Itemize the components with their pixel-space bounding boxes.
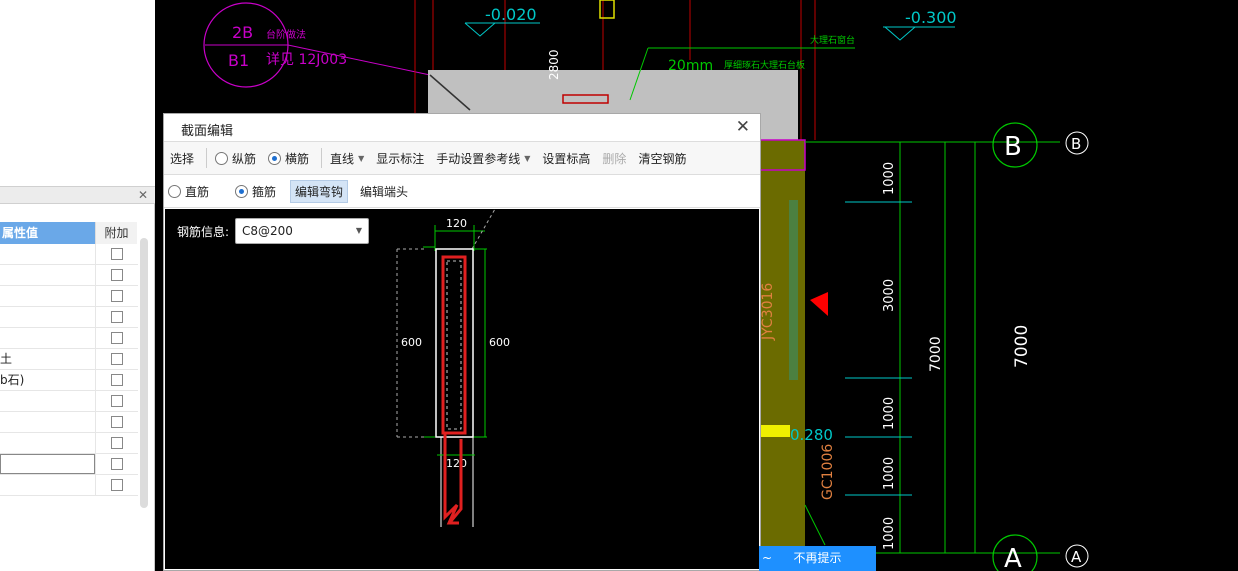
elevation-1: -0.020: [485, 5, 537, 24]
radio-icon: [215, 151, 229, 165]
dim-top: 120: [446, 217, 467, 230]
extra-checkbox[interactable]: [110, 311, 123, 323]
extra-checkbox[interactable]: [110, 353, 123, 365]
property-panel: ✕ 属性值 附加 土 b石): [0, 0, 155, 571]
edit-hook-button[interactable]: 编辑弯钩: [290, 179, 349, 203]
table-row[interactable]: [0, 328, 138, 349]
table-row[interactable]: [0, 265, 138, 286]
extra-checkbox[interactable]: [110, 248, 123, 260]
radio-selected-icon: [268, 151, 282, 165]
select-button[interactable]: 选择: [170, 150, 194, 167]
col-value-header: 属性值: [0, 222, 95, 244]
dim-left: 600: [401, 336, 422, 349]
note-ref: 详见 12J003: [266, 52, 347, 68]
extra-checkbox[interactable]: [110, 416, 123, 428]
dialog-toolbar-secondary: 直筋 箍筋 编辑弯钩 编辑端头: [164, 175, 760, 208]
axis-b-small: B: [1071, 135, 1081, 153]
toolbar-separator: [206, 148, 208, 168]
col-extra-header: 附加: [95, 222, 137, 244]
dialog-toolbar: 选择 纵筋 横筋 直线 ▼ 显示标注 手动设置参考线 ▼ 设置标高 删除 清空钢筋: [164, 141, 760, 175]
caret-down-icon: ▼: [358, 153, 365, 163]
extra-checkbox[interactable]: [110, 437, 123, 449]
dim-7000-outer: 7000: [1012, 325, 1032, 368]
dialog-titlebar[interactable]: 截面编辑 ✕: [164, 114, 760, 141]
dim-1000-b: 1000: [882, 397, 897, 430]
dim-1000-a: 1000: [882, 162, 897, 195]
dim-2800: 2800: [547, 49, 561, 80]
radio-selected-icon: [235, 184, 249, 198]
table-row[interactable]: [0, 286, 138, 307]
dont-show-again-button[interactable]: ~ 不再提示: [759, 546, 876, 571]
dim-3000: 3000: [882, 279, 897, 312]
note-sill: 大理石窗台: [810, 34, 855, 46]
note-step: 台阶做法: [266, 28, 306, 41]
stirrup-hook: [443, 433, 459, 525]
extra-checkbox[interactable]: [110, 374, 123, 386]
app-root: 2B B1 台阶做法 详见 12J003 -0.020 -0.300 大理石窗台…: [0, 0, 1238, 571]
extra-checkbox[interactable]: [110, 458, 123, 470]
axis-a-small: A: [1071, 548, 1082, 566]
section-canvas[interactable]: 钢筋信息: C8@200 ▼ 120 600 600 120: [165, 209, 759, 569]
callout-top: 2B: [232, 23, 253, 42]
table-row[interactable]: [0, 475, 138, 496]
panel-divider[interactable]: [0, 186, 155, 204]
elevation-3: 0.280: [790, 426, 833, 444]
caret-down-icon: ▼: [524, 153, 531, 163]
section-edit-dialog: 截面编辑 ✕ 选择 纵筋 横筋 直线 ▼ 显示标注 手动设置参考线 ▼ 设置标高 删…: [163, 113, 761, 571]
extra-checkbox[interactable]: [110, 290, 123, 302]
show-annotation-button[interactable]: 显示标注: [376, 150, 424, 167]
close-icon[interactable]: ✕: [736, 117, 750, 137]
radio-transverse[interactable]: 横筋: [268, 150, 309, 167]
table-row[interactable]: [0, 391, 138, 412]
section-drawing[interactable]: 120 600 600 120: [165, 209, 759, 569]
note-thickness: 20mm: [668, 58, 713, 74]
table-row[interactable]: [0, 412, 138, 433]
table-row[interactable]: [0, 433, 138, 454]
extra-checkbox[interactable]: [110, 395, 123, 407]
note-stone: 厚细琢石大理石台板: [724, 59, 805, 71]
table-row[interactable]: 土: [0, 349, 138, 370]
stirrup-rebar: [441, 255, 467, 435]
extra-checkbox[interactable]: [110, 479, 123, 491]
extra-checkbox[interactable]: [110, 332, 123, 344]
radio-stirrup[interactable]: 箍筋: [235, 183, 276, 200]
dim-bottom: 120: [446, 457, 467, 470]
panel-close-icon[interactable]: ✕: [138, 186, 148, 204]
axis-a-label: A: [1004, 544, 1022, 571]
set-elevation-button[interactable]: 设置标高: [542, 150, 590, 167]
clear-rebar-button[interactable]: 清空钢筋: [638, 150, 686, 167]
callout-bottom: B1: [228, 51, 249, 70]
edit-end-button[interactable]: 编辑端头: [360, 183, 408, 200]
dim-1000-c: 1000: [882, 457, 897, 490]
toolbar-separator: [321, 148, 323, 168]
property-table: 属性值 附加 土 b石): [0, 222, 138, 496]
line-dropdown[interactable]: 直线 ▼: [330, 150, 364, 167]
radio-straight[interactable]: 直筋: [168, 183, 209, 200]
dim-right: 600: [489, 336, 510, 349]
axis-b-label: B: [1004, 132, 1022, 162]
table-row[interactable]: [0, 244, 138, 265]
extra-checkbox[interactable]: [110, 269, 123, 281]
dialog-title: 截面编辑: [181, 124, 234, 139]
manual-ref-line-dropdown[interactable]: 手动设置参考线 ▼: [436, 150, 530, 167]
label-jyc: JYC3016: [760, 283, 776, 341]
radio-longitudinal[interactable]: 纵筋: [215, 150, 256, 167]
radio-icon: [168, 184, 181, 198]
label-gc: GC1006: [820, 444, 836, 500]
property-table-header: 属性值 附加: [0, 222, 138, 244]
table-row[interactable]: [0, 307, 138, 328]
elevation-2: -0.300: [905, 8, 957, 27]
table-row-selected[interactable]: [0, 454, 138, 475]
dim-7000-inner: 7000: [928, 336, 944, 372]
panel-scrollbar[interactable]: [140, 238, 148, 508]
panel-upper-area: [0, 0, 155, 186]
table-row[interactable]: b石): [0, 370, 138, 391]
delete-button[interactable]: 删除: [602, 150, 626, 167]
dim-1000-d: 1000: [882, 517, 897, 550]
